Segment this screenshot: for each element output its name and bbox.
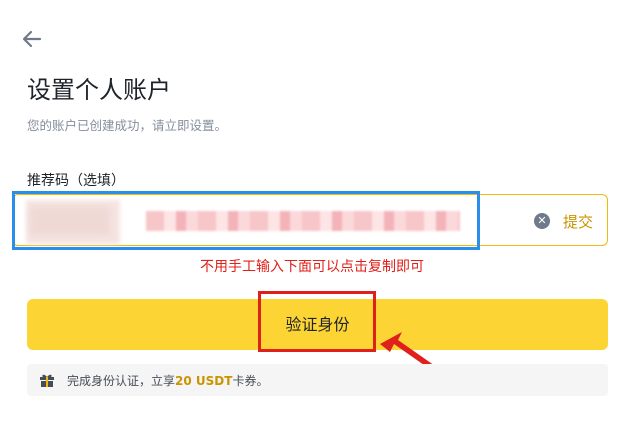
back-button[interactable] <box>20 28 44 50</box>
page-title: 设置个人账户 <box>27 76 171 104</box>
annotation-highlight-box <box>12 191 480 250</box>
promo-banner: 完成身份认证，立享20 USDT卡券。 <box>27 364 608 396</box>
arrow-left-icon <box>22 30 42 48</box>
page-subtitle: 您的账户已创建成功，请立即设置。 <box>27 118 228 133</box>
gift-icon <box>40 374 54 387</box>
referral-code-label: 推荐码（选填） <box>27 173 125 189</box>
clear-icon[interactable]: ✕ <box>534 213 550 229</box>
promo-amount: 20 USDT <box>175 374 233 388</box>
promo-text: 完成身份认证，立享20 USDT卡券。 <box>67 372 268 389</box>
promo-text-after: 卡券。 <box>232 374 269 388</box>
annotation-note: 不用手工输入下面可以点击复制即可 <box>200 259 424 275</box>
annotation-red-box <box>258 291 376 352</box>
submit-button[interactable]: 提交 <box>563 211 593 232</box>
promo-text-before: 完成身份认证，立享 <box>67 374 176 388</box>
